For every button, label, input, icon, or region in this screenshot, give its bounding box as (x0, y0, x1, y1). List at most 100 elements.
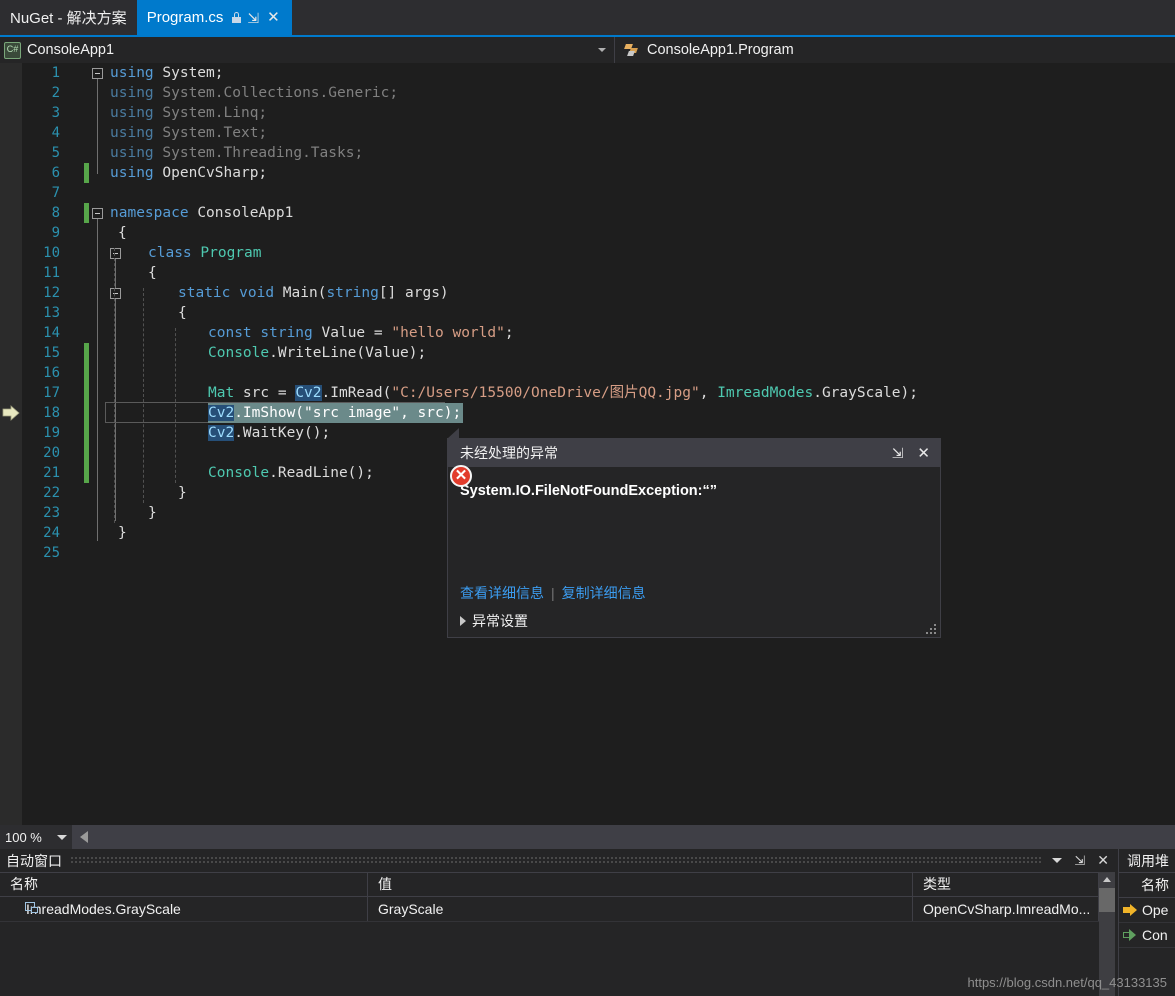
autos-row-name: ImreadModes.GrayScale (26, 901, 181, 917)
token-string-path: "C:/Users/15500/OneDrive/图片QQ.jpg" (391, 385, 700, 401)
code-line-14[interactable]: const string Value = "hello world"; (208, 323, 514, 343)
token-type: Mat (208, 385, 235, 401)
code-line-6[interactable]: using OpenCvSharp; (110, 163, 267, 183)
view-details-link[interactable]: 查看详细信息 (460, 583, 544, 603)
line-number: 18 (43, 405, 60, 421)
token-member: .ImShow( (234, 405, 305, 421)
resize-grip-icon[interactable] (926, 624, 936, 634)
error-icon[interactable]: ✕ (450, 465, 472, 487)
autos-window-title: 自动窗口 (6, 852, 62, 869)
pin-icon[interactable]: ⇲ (1074, 853, 1085, 869)
close-icon[interactable]: ✕ (915, 446, 932, 461)
column-header-name[interactable]: 名称 (0, 872, 368, 896)
token-namespace: System.Linq; (162, 105, 268, 121)
line-number: 4 (51, 125, 60, 141)
code-line-5[interactable]: using System.Threading.Tasks; (110, 143, 363, 163)
token-brace: } (148, 505, 157, 521)
pin-icon[interactable]: ⇲ (247, 11, 259, 25)
call-stack-header: 调用堆 (1119, 849, 1175, 872)
horizontal-scroll-left-arrow[interactable] (80, 831, 88, 843)
code-line-17[interactable]: Mat src = Cv2.ImRead("C:/Users/15500/One… (208, 383, 918, 403)
list-item[interactable]: Ope (1119, 898, 1175, 923)
code-editor[interactable]: 1 2 3 4 5 6 7 8 9 10 11 12 13 14 15 16 1… (0, 63, 1175, 825)
line-number: 21 (43, 465, 60, 481)
code-line-23[interactable]: } (148, 503, 157, 523)
tab-nuget-solution[interactable]: NuGet - 解决方案 (0, 0, 137, 35)
code-line-13[interactable]: { (178, 303, 187, 323)
code-line-2[interactable]: using System.Collections.Generic; (110, 83, 398, 103)
scroll-up-arrow-icon[interactable] (1103, 877, 1111, 882)
outlining-margin[interactable] (92, 63, 110, 825)
code-line-22[interactable]: } (178, 483, 187, 503)
chevron-down-icon[interactable] (598, 48, 606, 52)
exception-message: System.IO.FileNotFoundException:“” (460, 483, 717, 499)
line-number: 2 (51, 85, 60, 101)
exception-popup-body: System.IO.FileNotFoundException:“” (448, 467, 940, 499)
token-string: "src image" (304, 405, 401, 421)
token-keyword: class (148, 245, 192, 261)
column-header-name[interactable]: 名称 (1141, 875, 1169, 895)
bottom-dock: 自动窗口 ⇲ ✕ 名称 值 类型 ImreadModes.GrayScale G… (0, 849, 1175, 996)
line-number-gutter: 1 2 3 4 5 6 7 8 9 10 11 12 13 14 15 16 1… (22, 63, 66, 825)
list-item[interactable]: Con (1119, 923, 1175, 948)
chevron-down-icon[interactable] (57, 834, 67, 840)
column-header-value[interactable]: 值 (368, 872, 913, 896)
navbar-project-scope[interactable]: C# ConsoleApp1 (0, 37, 615, 63)
code-line-12[interactable]: static void Main(string[] args) (178, 283, 449, 303)
pin-icon[interactable]: ⇲ (892, 446, 904, 460)
token-namespace: OpenCvSharp; (162, 165, 268, 181)
indicator-margin[interactable] (0, 63, 22, 825)
token-keyword: string (326, 285, 379, 301)
token-comma: , (699, 385, 718, 401)
code-line-24[interactable]: } (118, 523, 127, 543)
line-number: 5 (51, 145, 60, 161)
code-line-10[interactable]: class Program (148, 243, 262, 263)
autos-row-value[interactable]: GrayScale (368, 897, 913, 921)
call-stack-window[interactable]: 调用堆 名称 Ope Con (1118, 849, 1175, 996)
code-line-11[interactable]: { (148, 263, 157, 283)
close-icon[interactable]: ✕ (1097, 852, 1109, 869)
navbar-type-label: ConsoleApp1.Program (647, 42, 794, 58)
editor-tab-strip: NuGet - 解决方案 Program.cs ⇲ ✕ (0, 0, 1175, 37)
line-number: 8 (51, 205, 60, 221)
fold-toggle-icon[interactable] (92, 208, 103, 219)
chevron-down-icon[interactable] (1052, 858, 1063, 863)
chevron-right-icon[interactable] (460, 616, 466, 626)
close-icon[interactable]: ✕ (265, 10, 282, 25)
code-line-4[interactable]: using System.Text; (110, 123, 267, 143)
code-line-3[interactable]: using System.Linq; (110, 103, 267, 123)
code-line-18[interactable]: Cv2.ImShow("src image", src); (208, 403, 464, 423)
fold-toggle-icon[interactable] (92, 68, 103, 79)
code-line-9[interactable]: { (118, 223, 127, 243)
code-line-21[interactable]: Console.ReadLine(); (208, 463, 374, 483)
change-bar (84, 203, 89, 223)
scrollbar-thumb[interactable] (1099, 888, 1115, 912)
token-keyword: using (110, 125, 154, 141)
token-keyword: const (208, 325, 252, 341)
autos-row-type[interactable]: OpenCvSharp.ImreadMo... (913, 897, 1099, 921)
token-semicolon: ; (504, 325, 514, 341)
code-line-8[interactable]: namespace ConsoleApp1 (110, 203, 293, 223)
drag-handle[interactable] (70, 856, 1043, 865)
tab-program-cs[interactable]: Program.cs ⇲ ✕ (136, 0, 292, 35)
table-row[interactable]: ImreadModes.GrayScale GrayScale OpenCvSh… (0, 897, 1115, 922)
line-number: 22 (43, 485, 60, 501)
link-separator: | (551, 585, 555, 601)
code-line-19[interactable]: Cv2.WaitKey(); (208, 423, 330, 443)
autos-window[interactable]: 自动窗口 ⇲ ✕ 名称 值 类型 ImreadModes.GrayScale G… (0, 849, 1115, 996)
exception-settings-expander[interactable]: 异常设置 (460, 611, 528, 631)
code-line-15[interactable]: Console.WriteLine(Value); (208, 343, 426, 363)
column-header-type[interactable]: 类型 (913, 872, 1099, 896)
line-number: 23 (43, 505, 60, 521)
copy-details-link[interactable]: 复制详细信息 (562, 583, 646, 603)
exception-helper-popup[interactable]: 未经处理的异常 ⇲ ✕ System.IO.FileNotFoundExcept… (447, 428, 941, 638)
token-namespace: System.Text; (162, 125, 268, 141)
line-number: 24 (43, 525, 60, 541)
navbar-type-scope[interactable]: ConsoleApp1.Program (615, 37, 1175, 63)
autos-window-header: 自动窗口 ⇲ ✕ (0, 849, 1115, 873)
zoom-level-dropdown[interactable]: 100 % (0, 825, 72, 849)
token-keyword: string (260, 325, 313, 341)
autos-grid[interactable]: 名称 值 类型 ImreadModes.GrayScale GrayScale … (0, 872, 1115, 996)
code-line-1[interactable]: using System; (110, 63, 224, 83)
line-number: 12 (43, 285, 60, 301)
